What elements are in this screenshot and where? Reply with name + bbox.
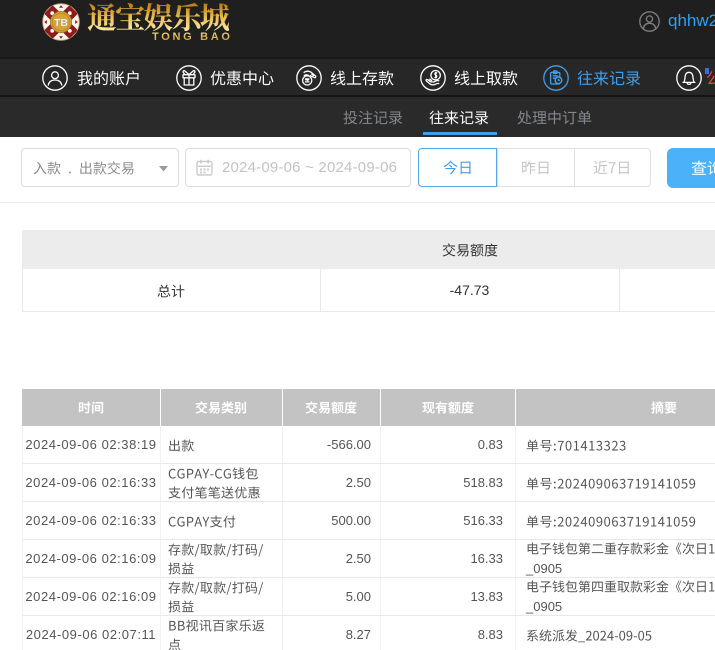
svg-text:TB: TB [54, 17, 68, 29]
